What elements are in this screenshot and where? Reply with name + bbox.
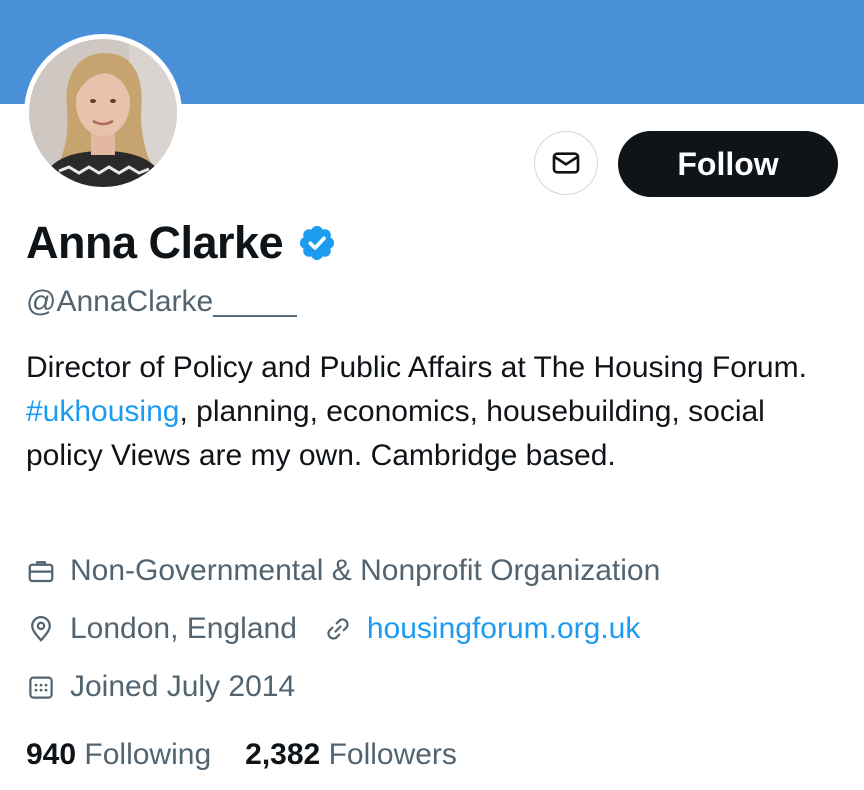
profile-name-row: Anna Clarke	[26, 216, 337, 270]
following-count: 940	[26, 738, 77, 771]
avatar-photo	[29, 39, 177, 187]
verified-badge-icon[interactable]	[297, 223, 337, 263]
profile-joined-date: Joined July 2014	[70, 670, 296, 703]
bio-text-start: Director of Policy and Public Affairs at…	[26, 351, 807, 384]
profile-category-row: Non-Governmental & Nonprofit Organizatio…	[26, 551, 660, 591]
profile-location-row: London, England housingforum.org.uk	[26, 609, 640, 649]
profile-stats: 940 Following 2,382 Followers	[26, 735, 457, 775]
avatar[interactable]	[24, 34, 182, 192]
profile-location: London, England	[70, 612, 297, 645]
profile-joined-row: Joined July 2014	[26, 667, 295, 707]
following-link[interactable]: 940 Following	[26, 735, 211, 775]
briefcase-icon	[28, 561, 54, 583]
profile-website-link[interactable]: housingforum.org.uk	[367, 609, 641, 649]
envelope-icon	[552, 152, 580, 174]
message-button[interactable]	[534, 131, 598, 195]
profile-category: Non-Governmental & Nonprofit Organizatio…	[70, 554, 661, 587]
followers-link[interactable]: 2,382 Followers	[245, 735, 457, 775]
link-icon	[327, 618, 349, 640]
followers-label: Followers	[328, 738, 457, 771]
bio-hashtag-link[interactable]: #ukhousing	[26, 395, 179, 428]
profile-name: Anna Clarke	[26, 217, 284, 268]
profile-handle: @AnnaClarke_____	[26, 285, 297, 318]
following-label: Following	[84, 738, 212, 771]
profile-bio: Director of Policy and Public Affairs at…	[26, 346, 846, 478]
followers-count: 2,382	[245, 738, 321, 771]
calendar-icon	[29, 676, 53, 699]
location-pin-icon	[31, 616, 51, 642]
follow-button[interactable]: Follow	[618, 131, 838, 197]
